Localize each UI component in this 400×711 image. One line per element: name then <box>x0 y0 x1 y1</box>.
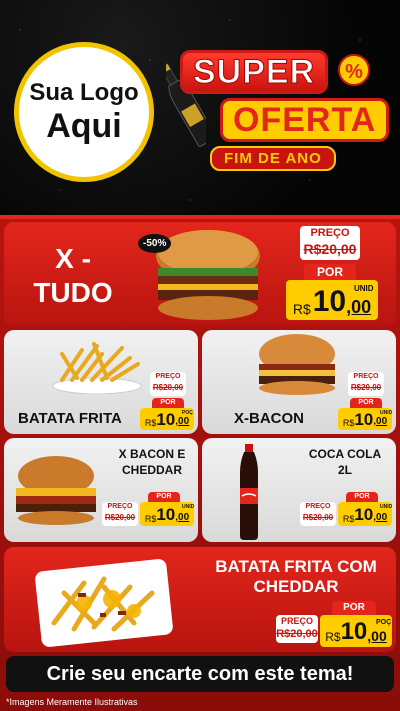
percent-badge: % <box>338 54 370 86</box>
promo-super: SUPER <box>180 50 329 94</box>
logo-placeholder: Sua Logo Aqui <box>14 42 154 182</box>
currency: R$ <box>144 418 157 428</box>
cta-banner[interactable]: Crie seu encarte com este tema! <box>6 656 394 692</box>
old-price-label: PREÇO <box>107 503 133 510</box>
unit-label: UNID <box>380 504 393 510</box>
currency: R$ <box>342 514 355 524</box>
unit-label: UNID <box>182 504 195 510</box>
fries-image <box>52 342 142 394</box>
product-title-line1: COCA COLA <box>308 447 382 461</box>
promo-fim-de-ano: FIM DE ANO <box>210 146 336 171</box>
discount-badge: -50% <box>138 234 172 253</box>
unit-label: UNID <box>380 410 393 416</box>
old-price-box: PREÇO R$20,00 <box>300 226 360 260</box>
por-label: POR <box>332 601 376 615</box>
product-title-line1: X - <box>55 243 91 274</box>
promo-title: SUPER % OFERTA FIM DE ANO <box>180 50 390 171</box>
product-title-line2: TUDO <box>33 277 113 308</box>
product-title: X - TUDO <box>18 242 128 310</box>
old-price-label: PREÇO <box>155 373 181 380</box>
old-price-value: R$20,00 <box>302 513 334 522</box>
old-price-box: PREÇO R$20,00 <box>300 502 336 526</box>
price-cents: ,00 <box>367 628 387 644</box>
cheddar-fries-image <box>35 559 173 647</box>
logo-line1: Sua Logo <box>29 79 139 106</box>
product-card-batata-cheddar[interactable]: BATATA FRITA COM CHEDDAR PREÇO R$20,00 P… <box>4 547 396 652</box>
product-title-line2: CHEDDAR <box>122 463 182 477</box>
old-price-label: PREÇO <box>310 227 350 239</box>
product-title: X-BACON <box>234 410 304 427</box>
price-integer: 10 <box>312 285 347 318</box>
product-title: X BACON E CHEDDAR <box>110 446 194 478</box>
product-card-coca-cola[interactable]: COCA COLA 2L PREÇO R$20,00 POR R$ 10 ,00… <box>202 438 396 542</box>
price-cents: ,00 <box>373 512 388 523</box>
product-card-x-tudo[interactable]: X - TUDO -50% PREÇO R$20,00 POR R$ 10 ,0… <box>4 222 396 326</box>
old-price-value: R$20,00 <box>152 383 184 392</box>
old-price-value: R$20,00 <box>303 241 357 257</box>
price-cents: ,00 <box>175 512 190 523</box>
currency: R$ <box>144 514 157 524</box>
product-title: COCA COLA 2L <box>298 446 392 478</box>
promo-oferta: OFERTA <box>220 98 390 142</box>
product-title-line1: BATATA FRITA COM <box>215 557 377 576</box>
currency: R$ <box>292 301 311 317</box>
por-label: POR <box>148 492 180 502</box>
unit-label: POÇ <box>182 410 193 416</box>
product-card-x-bacon[interactable]: X-BACON PREÇO R$20,00 POR R$ 10 ,00 UNID <box>202 330 396 434</box>
price-integer: 10 <box>354 505 374 524</box>
logo-line2: Aqui <box>46 107 122 145</box>
product-title-line2: 2L <box>337 463 352 477</box>
unit-label: POÇ <box>376 619 392 626</box>
por-label: POR <box>304 264 356 280</box>
price-cents: ,00 <box>175 416 190 427</box>
product-title: BATATA FRITA <box>18 410 122 427</box>
por-label: POR <box>346 492 378 502</box>
price-integer: 10 <box>156 505 176 524</box>
price-integer: 10 <box>156 410 176 429</box>
product-title-line1: X BACON E <box>118 447 186 461</box>
product-title: BATATA FRITA COM CHEDDAR <box>200 557 392 597</box>
old-price-value: R$20,00 <box>104 513 136 522</box>
coca-cola-bottle-image <box>240 444 258 540</box>
unit-label: UNID <box>354 284 374 293</box>
price-integer: 10 <box>354 410 374 429</box>
old-price-label: PREÇO <box>353 373 379 380</box>
old-price-label: PREÇO <box>305 503 331 510</box>
old-price-value: R$20,00 <box>350 383 382 392</box>
currency: R$ <box>325 630 341 644</box>
old-price-label: PREÇO <box>280 616 313 626</box>
old-price-box: PREÇO R$20,00 <box>102 502 138 526</box>
old-price-box: PREÇO R$20,00 <box>276 615 318 643</box>
product-title-line2: CHEDDAR <box>253 577 339 596</box>
burger-image <box>16 456 96 525</box>
product-card-batata-frita[interactable]: BATATA FRITA PREÇO R$20,00 POR R$ 10 ,00… <box>4 330 198 434</box>
price-integer: 10 <box>340 618 368 645</box>
por-label: POR <box>350 398 382 408</box>
old-price-box: PREÇO R$20,00 <box>150 372 186 396</box>
header: Sua Logo Aqui SUPER % OFERTA FIM DE ANO <box>0 0 400 218</box>
burger-image <box>259 334 335 395</box>
price-cents: ,00 <box>373 416 388 427</box>
old-price-value: R$20,00 <box>276 628 318 640</box>
footnote: *Imagens Meramente Ilustrativas <box>6 697 138 707</box>
currency: R$ <box>342 418 355 428</box>
price-cents: ,00 <box>346 297 372 317</box>
por-label: POR <box>152 398 184 408</box>
old-price-box: PREÇO R$20,00 <box>348 372 384 396</box>
product-card-x-bacon-cheddar[interactable]: X BACON E CHEDDAR PREÇO R$20,00 POR R$ 1… <box>4 438 198 542</box>
